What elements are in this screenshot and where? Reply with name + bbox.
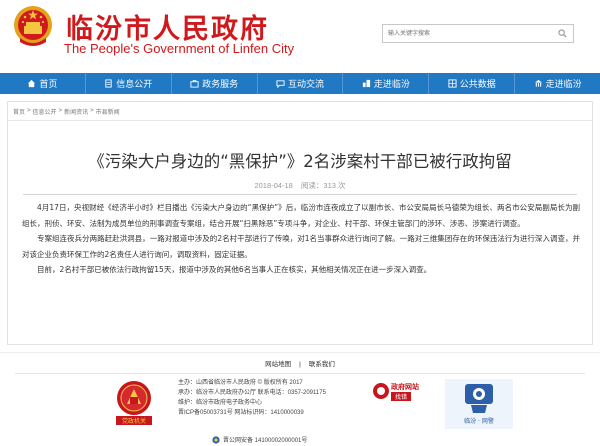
national-emblem-icon <box>14 6 52 46</box>
nav-item-label: 首页 <box>39 79 58 89</box>
nav-item-public-data[interactable]: 公共数据 <box>429 73 516 94</box>
footer-organizer: 承办：临汾市人民政府办公厅 联系电话：0357-2091175 <box>178 390 326 396</box>
nav-item-label: 信息公开 <box>116 79 153 89</box>
footer-link-sitemap[interactable]: 网站地图 <box>265 361 291 368</box>
beian-text: 晋公网安备 14100002000001号 <box>223 438 308 444</box>
nav-item-visit-linfen[interactable]: 走进临汾 <box>343 73 430 94</box>
nav-item-label: 走进临汾 <box>545 79 582 89</box>
badge-right2-label: 临汾 · 网警 <box>464 417 494 425</box>
home-icon <box>28 79 36 88</box>
nav-item-label: 互动交流 <box>288 79 325 89</box>
breadcrumb-item[interactable]: 新闻资讯 <box>64 107 88 116</box>
article-date: 2018-04-18 <box>254 181 293 190</box>
search-button[interactable] <box>551 25 573 42</box>
article-views: 阅读：313 次 <box>300 181 346 190</box>
nav-item-label: 公共数据 <box>459 79 496 89</box>
nav-item-info-public[interactable]: 信息公开 <box>86 73 172 94</box>
party-gov-badge-icon[interactable]: 党政机关 <box>112 379 156 427</box>
search-icon <box>557 29 567 38</box>
police-beian[interactable]: 晋公网安备 14100002000001号 <box>212 435 307 444</box>
nav-item-home[interactable]: 首页 <box>0 73 86 94</box>
nav-item-visit-linfen-2[interactable]: 走进临汾 <box>515 73 600 94</box>
article-paragraph: 目前，2名村干部已被依法行政拘留15天，报道中涉及的其他6名当事人正在核实，其他… <box>37 265 432 274</box>
article-meta: 2018-04-18 阅读：313 次 <box>8 180 592 191</box>
divider <box>23 194 577 195</box>
breadcrumb: 首页 > 信息公开 > 新闻资讯 > 市县新闻 <box>8 102 592 121</box>
document-icon <box>105 79 112 88</box>
briefcase-icon <box>190 79 199 88</box>
breadcrumb-item[interactable]: 市县新闻 <box>96 107 120 116</box>
article-title: 《污染大户身边的“黑保护”》2名涉案村干部已被行政拘留 <box>88 152 512 171</box>
badge-right-label: 政府网站 <box>391 382 419 391</box>
footer-info: 主办：山西省临汾市人民政府 © 版权所有 2017 承办：临汾市人民政府办公厅 … <box>178 378 388 418</box>
database-icon <box>448 79 457 88</box>
nav-item-interaction[interactable]: 互动交流 <box>258 73 344 94</box>
badge-left-label: 党政机关 <box>122 417 146 425</box>
article-body: 4月17日，央视财经《经济半小时》栏目播出《污染大户身边的“黑保护”》后，临汾市… <box>22 200 580 278</box>
city-icon <box>362 79 370 88</box>
footer-icp: 晋ICP备05003731号 网站标识码：1410000039 <box>178 410 304 416</box>
search-box <box>382 24 574 43</box>
article-panel: 首页 > 信息公开 > 新闻资讯 > 市县新闻 《污染大户身边的“黑保护”》2名涉案村… <box>7 101 593 345</box>
page: 临汾市人民政府 The People's Government of Linfe… <box>0 0 600 446</box>
article-paragraph: 专案组连夜兵分两路赶赴洪洞县，一路对报道中涉及的2名村干部进行了传唤，对1名当事… <box>22 234 580 259</box>
nav-item-label: 走进临汾 <box>373 79 410 89</box>
breadcrumb-item[interactable]: 信息公开 <box>33 107 57 116</box>
site-subtitle: The People's Government of Linfen City <box>64 41 295 56</box>
footer-divider <box>15 373 585 374</box>
site-footer: 网站地图 | 联系我们 党政机关 主办：山西省临汾市人民政府 © 版权所有 2017… <box>0 352 600 446</box>
search-input[interactable] <box>383 25 551 42</box>
site-header: 临汾市人民政府 The People's Government of Linfe… <box>0 0 600 70</box>
main-nav: 首页 信息公开 政务服务 互动交流 走进临汾 公共数据 走进临汾 <box>0 73 600 94</box>
footer-maintainer: 维护：临汾市政府电子政务中心 <box>178 400 263 406</box>
badge-right-sub: 找错 <box>395 393 407 401</box>
building-icon <box>534 79 542 87</box>
police-badge-icon <box>212 435 220 444</box>
gov-site-error-badge-icon[interactable]: 政府网站 找错 <box>372 379 438 403</box>
article-paragraph: 4月17日，央视财经《经济半小时》栏目播出《污染大户身边的“黑保护”》后，临汾市… <box>22 203 580 228</box>
footer-host: 主办：山西省临汾市人民政府 © 版权所有 2017 <box>178 380 303 386</box>
breadcrumb-item[interactable]: 首页 <box>13 107 25 116</box>
footer-link-contact[interactable]: 联系我们 <box>309 361 335 368</box>
footer-links: 网站地图 | 联系我们 <box>265 361 335 368</box>
nav-item-gov-service[interactable]: 政务服务 <box>172 73 258 94</box>
cyber-police-badge-icon[interactable]: 临汾 · 网警 <box>445 379 513 429</box>
nav-item-label: 政务服务 <box>202 79 239 89</box>
chat-icon <box>276 80 285 88</box>
